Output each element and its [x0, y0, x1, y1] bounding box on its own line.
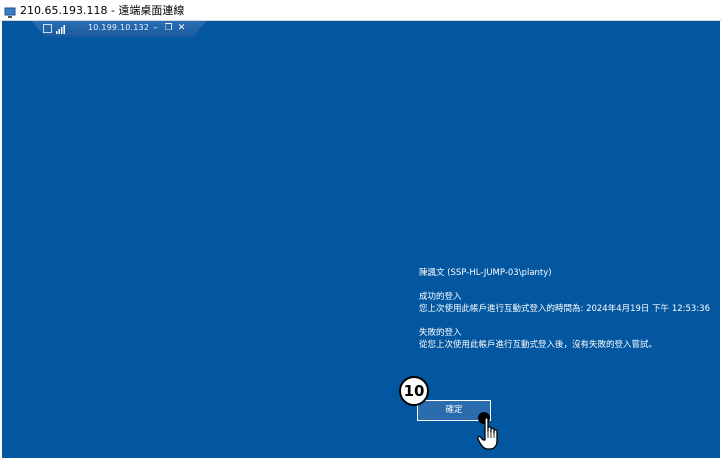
- pin-icon[interactable]: [43, 24, 52, 33]
- remote-desktop-icon: [4, 4, 16, 18]
- success-heading: 成功的登入: [419, 292, 462, 302]
- window-title: 210.65.193.118 - 遠端桌面連線: [20, 4, 185, 17]
- remote-desktop-window: 210.65.193.118 - 遠端桌面連線 10.199.10.132 – …: [0, 0, 722, 460]
- success-detail: 您上次使用此帳戶進行互動式登入的時間為: 2024年4月19日 下午 12:53…: [419, 304, 711, 314]
- restore-icon[interactable]: ❐: [163, 22, 174, 35]
- login-info-panel: 陳諷文 (SSP-HL-JUMP-03\planty) 成功的登入 您上次使用此…: [419, 267, 710, 351]
- user-name: 陳諷文 (SSP-HL-JUMP-03\planty): [419, 268, 552, 278]
- connection-bar[interactable]: 10.199.10.132 – ❐ ✕: [32, 21, 206, 37]
- minimize-icon[interactable]: –: [150, 22, 161, 35]
- failure-detail: 從您上次使用此帳戶進行互動式登入後，沒有失敗的登入嘗試。: [419, 340, 658, 350]
- remote-desktop-area: 10.199.10.132 – ❐ ✕ 陳諷文 (SSP-HL-JUMP-03\…: [2, 21, 720, 458]
- connection-ip: 10.199.10.132: [88, 23, 150, 32]
- hand-cursor-icon: [477, 417, 498, 450]
- signal-strength-icon[interactable]: [56, 24, 66, 34]
- failure-heading: 失敗的登入: [419, 328, 462, 338]
- step-number-badge: 10: [399, 376, 429, 406]
- window-titlebar[interactable]: 210.65.193.118 - 遠端桌面連線: [0, 0, 722, 21]
- close-icon[interactable]: ✕: [176, 22, 187, 35]
